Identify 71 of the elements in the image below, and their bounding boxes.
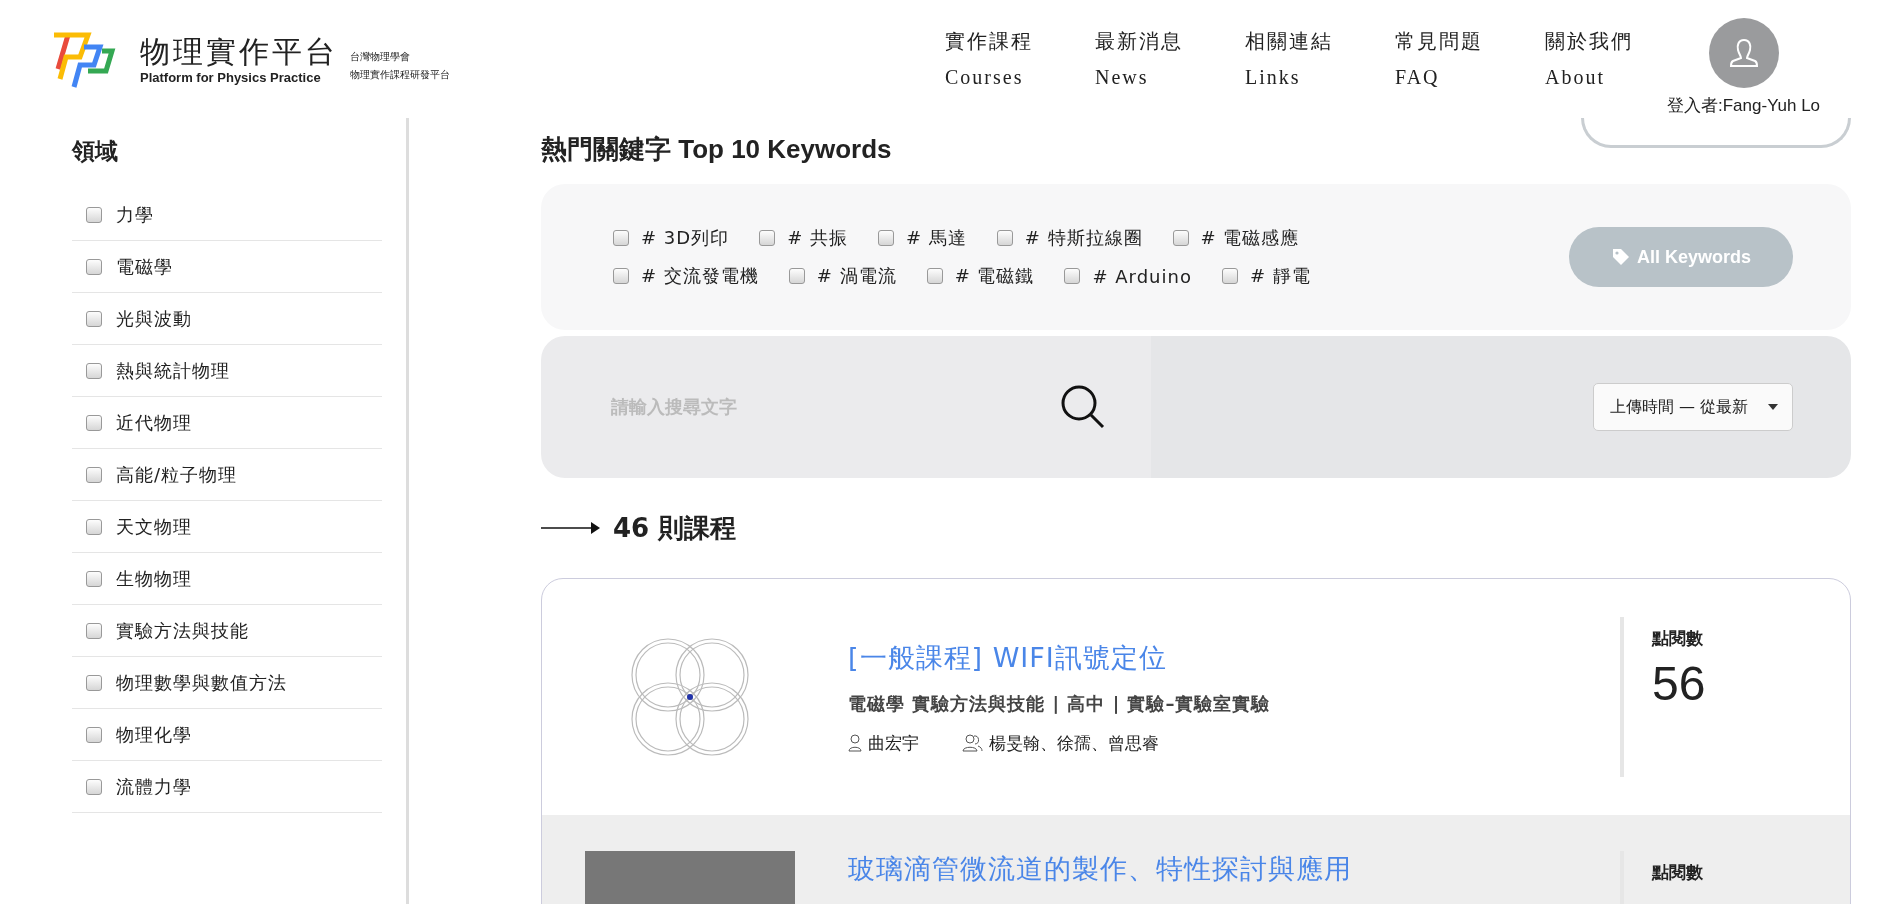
- tag-icon: [1611, 247, 1631, 267]
- keyword-filter[interactable]: # 電磁鐵: [926, 264, 1035, 288]
- checkbox[interactable]: [788, 268, 805, 284]
- checkbox[interactable]: [86, 518, 102, 535]
- category-filter[interactable]: 物理數學與數值方法: [72, 657, 382, 709]
- course-members: 楊旻翰、徐孺、曾思睿: [989, 731, 1159, 755]
- category-filter[interactable]: 熱與統計物理: [72, 345, 382, 397]
- course-tags: 電磁學 實驗方法與技能 | 高中 | 實驗–實驗室實驗: [848, 691, 1620, 716]
- category-filter[interactable]: 光與波動: [72, 293, 382, 345]
- person-icon: [848, 734, 862, 752]
- nav-link[interactable]: 最新消息 News: [1095, 23, 1195, 95]
- nav-link[interactable]: 實作課程 Courses: [945, 23, 1045, 95]
- organization-name: 台灣物理學會: [350, 50, 411, 64]
- checkbox[interactable]: [996, 230, 1013, 246]
- checkbox[interactable]: [86, 674, 102, 691]
- category-filter[interactable]: 近代物理: [72, 397, 382, 449]
- search-icon[interactable]: [1059, 383, 1107, 431]
- keyword-filter[interactable]: # 3D列印: [613, 226, 730, 250]
- nav-link[interactable]: 相關連結 Links: [1245, 23, 1345, 95]
- site-subtitle: Platform for Physics Practice: [140, 69, 322, 85]
- checkbox[interactable]: [86, 310, 102, 327]
- people-icon: [961, 734, 983, 752]
- checkbox[interactable]: [1064, 268, 1081, 284]
- checkbox[interactable]: [877, 230, 894, 246]
- keyword-filter[interactable]: # 靜電: [1221, 264, 1311, 288]
- nav-link[interactable]: 關於我們 About: [1545, 23, 1645, 95]
- keyword-filter[interactable]: # 渦電流: [788, 264, 897, 288]
- views-label: 點閱數: [1652, 627, 1704, 650]
- sidebar-title: 領域: [72, 137, 119, 166]
- checkbox[interactable]: [86, 362, 102, 379]
- keywords-heading: 熱門關鍵字 Top 10 Keywords: [541, 133, 892, 166]
- checkbox[interactable]: [759, 230, 776, 246]
- sort-dropdown[interactable]: 上傳時間 — 從最新: [1593, 383, 1793, 431]
- course-author: 曲宏宇: [868, 731, 919, 755]
- category-filter[interactable]: 天文物理: [72, 501, 382, 553]
- category-filter[interactable]: 實驗方法與技能: [72, 605, 382, 657]
- checkbox[interactable]: [86, 778, 102, 795]
- organization-tagline: 物理實作課程研發平台: [350, 68, 450, 82]
- checkbox[interactable]: [1172, 230, 1189, 246]
- category-filter[interactable]: 物理化學: [72, 709, 382, 761]
- nav-link[interactable]: 常見問題 FAQ: [1395, 23, 1495, 95]
- category-filter[interactable]: 力學: [72, 189, 382, 241]
- login-label: 登入者:Fang-Yuh Lo: [1667, 94, 1821, 117]
- checkbox[interactable]: [613, 268, 629, 284]
- keyword-filter[interactable]: # 共振: [759, 226, 848, 250]
- checkbox[interactable]: [613, 230, 629, 246]
- keyword-filter[interactable]: # 馬達: [877, 226, 967, 250]
- course-title[interactable]: [一般課程] WIFI訊號定位: [848, 639, 1620, 676]
- category-filter[interactable]: 生物物理: [72, 553, 382, 605]
- checkbox[interactable]: [86, 466, 102, 483]
- views-count: 56: [1652, 656, 1707, 711]
- category-filter[interactable]: 流體力學: [72, 761, 382, 813]
- checkbox[interactable]: [86, 206, 102, 223]
- category-filter[interactable]: 高能/粒子物理: [72, 449, 382, 501]
- checkbox[interactable]: [1221, 268, 1238, 284]
- checkbox[interactable]: [926, 268, 943, 284]
- caret-icon: [1768, 404, 1778, 410]
- site-title[interactable]: 物理實作平台: [140, 33, 338, 70]
- category-filter[interactable]: 電磁學: [72, 241, 382, 293]
- keyword-filter[interactable]: # Arduino: [1064, 264, 1192, 288]
- checkbox[interactable]: [86, 622, 102, 639]
- checkbox[interactable]: [86, 258, 102, 275]
- course-count: 46 則課程: [613, 511, 737, 545]
- keyword-filter[interactable]: # 特斯拉線圈: [996, 226, 1143, 250]
- checkbox[interactable]: [86, 414, 102, 431]
- checkbox[interactable]: [86, 726, 102, 743]
- arrow-icon: [541, 521, 601, 535]
- views-label: 點閱數: [1652, 861, 1704, 884]
- keyword-filter[interactable]: # 交流發電機: [613, 264, 759, 288]
- keyword-filter[interactable]: # 電磁感應: [1172, 226, 1300, 250]
- checkbox[interactable]: [86, 570, 102, 587]
